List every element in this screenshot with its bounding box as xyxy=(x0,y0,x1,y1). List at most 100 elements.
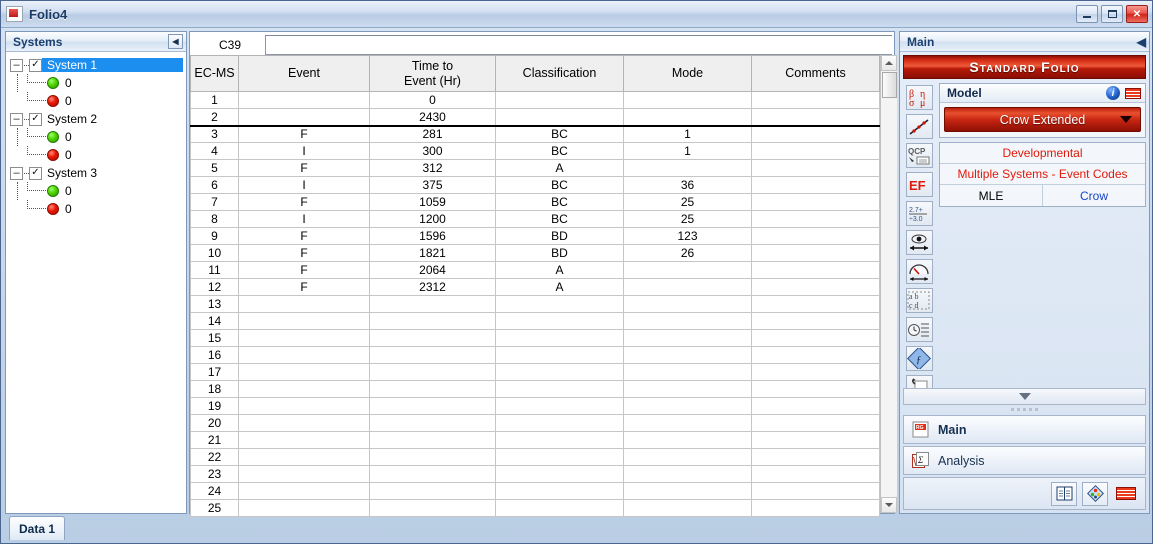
grid-cell-event[interactable]: F xyxy=(238,227,370,245)
grid-column-header[interactable]: EC-MS xyxy=(190,55,239,92)
grid-cell-mode[interactable] xyxy=(623,397,752,415)
plot-setup-icon[interactable]: ƒ xyxy=(905,346,933,371)
grid-cell-classification[interactable]: BC xyxy=(495,176,624,194)
grid-cell-time[interactable] xyxy=(369,465,496,483)
table-row[interactable]: 16 xyxy=(190,346,880,364)
grid-cell-event[interactable]: F xyxy=(238,261,370,279)
grid-cell-comments[interactable] xyxy=(751,312,880,330)
tree-child-red-count[interactable]: 0 xyxy=(10,200,186,218)
grid-cell-event[interactable] xyxy=(238,414,370,432)
grid-cell-comments[interactable] xyxy=(751,448,880,466)
grid-cell-mode[interactable] xyxy=(623,380,752,398)
grid-cell-comments[interactable] xyxy=(751,142,880,160)
grid-cell-event[interactable] xyxy=(238,363,370,381)
grid-cell-event[interactable]: F xyxy=(238,193,370,211)
grid-cell-classification[interactable] xyxy=(495,295,624,313)
redlines-icon[interactable] xyxy=(1113,482,1139,506)
grid-cell-mode[interactable] xyxy=(623,414,752,432)
grid-cell-mode[interactable] xyxy=(623,363,752,381)
grid-cell-time[interactable]: 2430 xyxy=(369,108,496,127)
grid-row-header[interactable]: 4 xyxy=(190,142,239,160)
table-row[interactable]: 18 xyxy=(190,380,880,398)
table-row[interactable]: 5 F 312 A xyxy=(190,159,880,177)
grid-cell-comments[interactable] xyxy=(751,431,880,449)
grid-cell-mode[interactable]: 36 xyxy=(623,176,752,194)
grid-row-header[interactable]: 7 xyxy=(190,193,239,211)
grid-cell-mode[interactable] xyxy=(623,482,752,500)
table-row[interactable]: 8 I 1200 BC 25 xyxy=(190,210,880,228)
tree-child-red-count[interactable]: 0 xyxy=(10,92,186,110)
grid-row-header[interactable]: 2 xyxy=(190,108,239,127)
grid-cell-classification[interactable]: A xyxy=(495,159,624,177)
grid-cell-classification[interactable] xyxy=(495,431,624,449)
grid-cell-event[interactable]: I xyxy=(238,176,370,194)
grid-cell-event[interactable] xyxy=(238,312,370,330)
ef-icon[interactable]: EF xyxy=(905,172,933,197)
redlines-icon[interactable] xyxy=(1125,87,1141,99)
grid-cell-mode[interactable]: 26 xyxy=(623,244,752,262)
plot-icon[interactable] xyxy=(1082,481,1108,506)
minimize-button[interactable] xyxy=(1076,5,1098,23)
grid-cell-event[interactable] xyxy=(238,108,370,127)
grid-vertical-scrollbar[interactable] xyxy=(880,55,897,513)
grid-row-header[interactable]: 13 xyxy=(190,295,239,313)
grid-cell-event[interactable] xyxy=(238,380,370,398)
grid-cell-mode[interactable] xyxy=(623,465,752,483)
model-dropdown[interactable]: Crow Extended xyxy=(944,107,1141,132)
grid-cell-mode[interactable] xyxy=(623,159,752,177)
grid-cell-classification[interactable]: BD xyxy=(495,244,624,262)
grid-row-header[interactable]: 18 xyxy=(190,380,239,398)
grid-cell-comments[interactable] xyxy=(751,125,880,143)
grid-cell-time[interactable] xyxy=(369,482,496,500)
table-row[interactable]: 6 I 375 BC 36 xyxy=(190,176,880,194)
table-row[interactable]: 10 F 1821 BD 26 xyxy=(190,244,880,262)
grid-cell-time[interactable] xyxy=(369,380,496,398)
tree-child-green-count[interactable]: 0 xyxy=(10,182,186,200)
grid-cell-classification[interactable] xyxy=(495,482,624,500)
grid-cell-comments[interactable] xyxy=(751,414,880,432)
table-row[interactable]: 4 I 300 BC 1 xyxy=(190,142,880,160)
scroll-up-button[interactable] xyxy=(881,55,897,71)
scatter-trendline-icon[interactable] xyxy=(905,114,933,139)
tree-child-green-count[interactable]: 0 xyxy=(10,128,186,146)
table-row[interactable]: 19 xyxy=(190,397,880,415)
grid-cell-comments[interactable] xyxy=(751,108,880,127)
table-row[interactable]: 11 F 2064 A xyxy=(190,261,880,279)
grid-cell-classification[interactable]: A xyxy=(495,278,624,296)
grid-cell-event[interactable] xyxy=(238,329,370,347)
collapse-left-icon[interactable]: ◀ xyxy=(168,34,183,49)
table-row[interactable]: 10 xyxy=(190,91,880,109)
grid-cell-comments[interactable] xyxy=(751,159,880,177)
grid-row-header[interactable]: 6 xyxy=(190,176,239,194)
grid-cell-comments[interactable] xyxy=(751,278,880,296)
grid-row-header[interactable]: 5 xyxy=(190,159,239,177)
table-row[interactable]: 24 xyxy=(190,482,880,500)
table-row[interactable]: 13 xyxy=(190,295,880,313)
grid-cell-time[interactable] xyxy=(369,312,496,330)
report-icon[interactable] xyxy=(1051,481,1077,506)
table-row[interactable]: 21 xyxy=(190,431,880,449)
grid-cell-comments[interactable] xyxy=(751,210,880,228)
grid-cell-classification[interactable] xyxy=(495,346,624,364)
grid-cell-event[interactable]: F xyxy=(238,278,370,296)
sheet-tab-data-1[interactable]: Data 1 xyxy=(9,516,66,540)
grid-cell-comments[interactable] xyxy=(751,329,880,347)
grid-cell-time[interactable] xyxy=(369,295,496,313)
maximize-button[interactable] xyxy=(1101,5,1123,23)
grid-cell-time[interactable] xyxy=(369,346,496,364)
grid-cell-mode[interactable] xyxy=(623,261,752,279)
grid-row-header[interactable]: 22 xyxy=(190,448,239,466)
grid-cell-comments[interactable] xyxy=(751,295,880,313)
grid-cell-time[interactable]: 1821 xyxy=(369,244,496,262)
grid-cell-comments[interactable] xyxy=(751,482,880,500)
grid-cell-comments[interactable] xyxy=(751,176,880,194)
tree-expander-icon[interactable]: – xyxy=(10,166,23,180)
table-row[interactable]: 14 xyxy=(190,312,880,330)
grid-cell-event[interactable]: F xyxy=(238,244,370,262)
nav-item-main[interactable]: RG Main xyxy=(903,415,1146,444)
grid-cell-time[interactable] xyxy=(369,397,496,415)
watch-results-icon[interactable] xyxy=(905,230,933,255)
abc-transpose-icon[interactable]: a b c d xyxy=(905,288,933,313)
grid-cell-mode[interactable] xyxy=(623,108,752,127)
grid-row-header[interactable]: 21 xyxy=(190,431,239,449)
